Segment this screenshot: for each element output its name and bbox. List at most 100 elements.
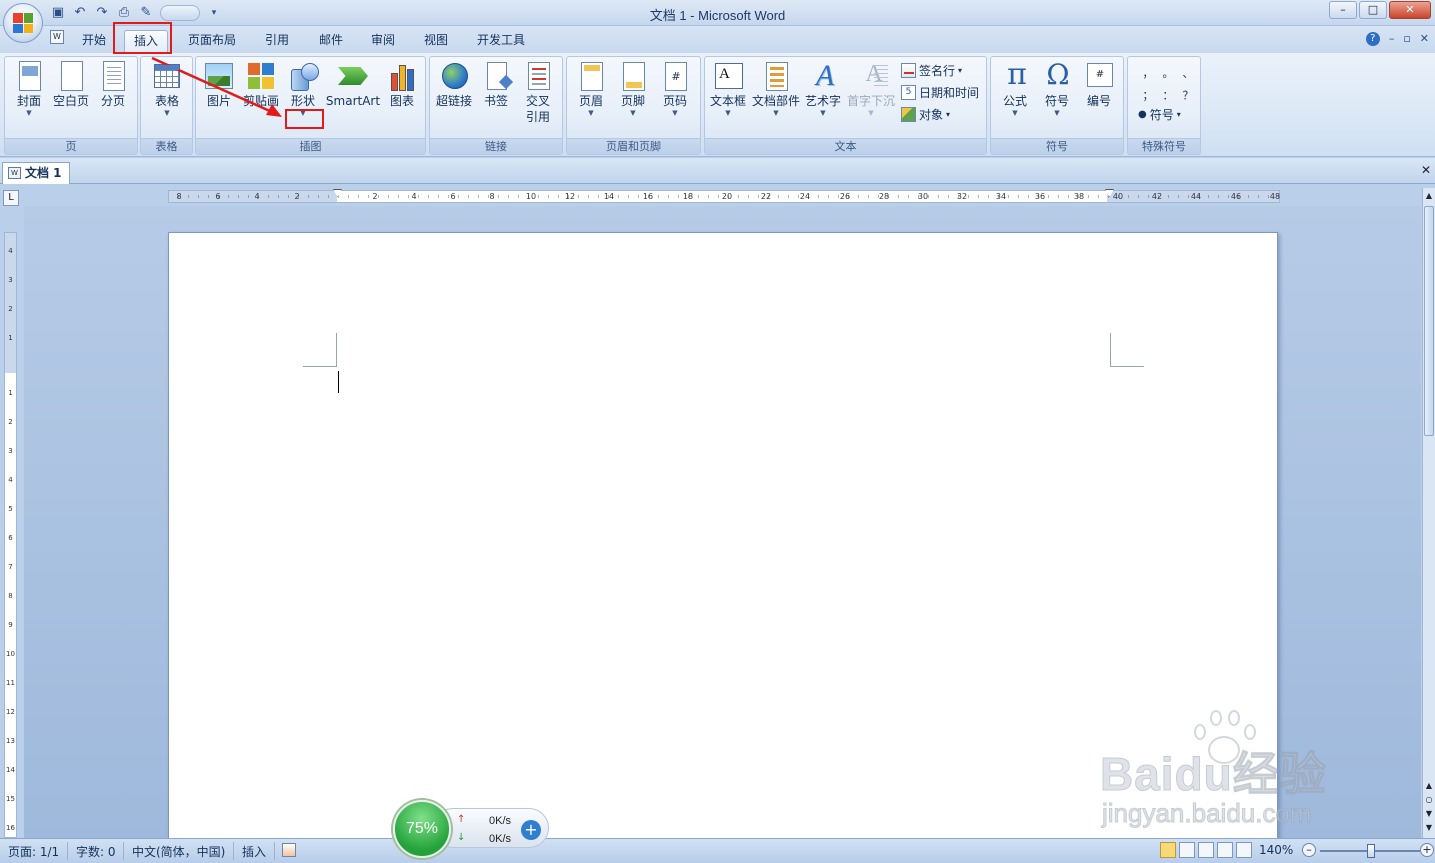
word-count[interactable]: 字数: 0 bbox=[76, 843, 116, 860]
ruler-label: 4 bbox=[411, 192, 417, 201]
close-button[interactable]: ✕ bbox=[1389, 1, 1431, 19]
language-indicator[interactable]: 中文(简体，中国) bbox=[132, 843, 225, 860]
page-break-button[interactable]: 分页 bbox=[92, 61, 134, 135]
cover-page-button[interactable]: 封面 ▼ bbox=[8, 61, 50, 135]
vertical-scrollbar[interactable]: ▲ ▲ ○ ▼ ▼ bbox=[1422, 188, 1435, 838]
macro-recording-icon[interactable] bbox=[282, 843, 296, 857]
wordart-button[interactable]: A 艺术字 ▼ bbox=[801, 61, 845, 135]
zoom-out-icon[interactable]: – bbox=[1302, 843, 1316, 857]
scroll-up-double-icon[interactable]: ▲ bbox=[1423, 780, 1435, 792]
footer-button[interactable]: 页脚 ▼ bbox=[612, 61, 654, 135]
date-time-button[interactable]: 5 日期和时间 bbox=[901, 83, 979, 102]
ruler-label: 24 bbox=[799, 192, 811, 201]
hyperlink-button[interactable]: 超链接 bbox=[433, 61, 475, 135]
network-speed-widget[interactable]: 75% ↑ 0K/s ↓ 0K/s + bbox=[393, 800, 551, 858]
office-button[interactable] bbox=[3, 3, 43, 43]
special-char-semicolon[interactable]: ； bbox=[1138, 87, 1158, 103]
quick-parts-button[interactable]: 文档部件 ▼ bbox=[751, 61, 801, 135]
full-screen-reading-icon[interactable] bbox=[1179, 842, 1195, 858]
word-doc-icon: W bbox=[8, 167, 21, 179]
zoom-level[interactable]: 140% bbox=[1259, 843, 1293, 857]
group-pages: 封面 ▼ 空白页 分页 页 bbox=[4, 56, 138, 155]
scroll-down-double-icon[interactable]: ▼ bbox=[1423, 808, 1435, 820]
shapes-icon bbox=[288, 61, 319, 93]
drop-cap-button[interactable]: A 首字下沉 ▼ bbox=[845, 61, 897, 135]
ribbon-restore-icon[interactable]: ▫ bbox=[1403, 32, 1410, 46]
crop-mark-top-left-v bbox=[336, 333, 337, 367]
clipart-button[interactable]: 剪贴画 bbox=[240, 61, 282, 135]
page-count[interactable]: 页面: 1/1 bbox=[8, 843, 59, 860]
vruler-label: 8 bbox=[8, 592, 13, 600]
scroll-down-icon[interactable]: ▼ bbox=[1423, 822, 1435, 834]
ruler-label: 30 bbox=[917, 192, 929, 201]
vruler-label: 2 bbox=[8, 418, 13, 426]
web-layout-icon[interactable] bbox=[1198, 842, 1214, 858]
draft-icon[interactable] bbox=[1236, 842, 1252, 858]
plus-icon[interactable]: + bbox=[521, 820, 541, 840]
ribbon-tabs: W 开始 插入 页面布局 引用 邮件 审阅 视图 开发工具 ? – ▫ ✕ bbox=[0, 26, 1435, 53]
smartart-button[interactable]: SmartArt bbox=[324, 61, 382, 135]
special-char-question[interactable]: ？ bbox=[1178, 87, 1198, 103]
print-layout-icon[interactable] bbox=[1160, 842, 1176, 858]
memory-usage-indicator[interactable]: 75% bbox=[393, 800, 451, 858]
tab-review[interactable]: 审阅 bbox=[364, 30, 402, 52]
document-tab[interactable]: W 文档 1 bbox=[2, 162, 70, 184]
signature-line-button[interactable]: 签名行 ▾ bbox=[901, 61, 962, 80]
vruler-label: 6 bbox=[8, 534, 13, 542]
scrollbar-thumb[interactable] bbox=[1424, 206, 1434, 436]
select-browse-icon[interactable]: ○ bbox=[1423, 794, 1435, 806]
vruler-label: 16 bbox=[6, 824, 15, 832]
ribbon-close-icon[interactable]: ✕ bbox=[1420, 32, 1429, 46]
cross-reference-button[interactable]: 交叉 引用 bbox=[517, 61, 559, 135]
ruler-label: 2 bbox=[294, 192, 300, 201]
special-char-colon[interactable]: ： bbox=[1158, 87, 1178, 103]
symbol-button[interactable]: Ω 符号 ▼ bbox=[1036, 59, 1078, 135]
equation-button[interactable]: π 公式 ▼ bbox=[994, 59, 1036, 135]
tab-page-layout[interactable]: 页面布局 bbox=[182, 30, 242, 52]
special-char-comma[interactable]: ， bbox=[1138, 65, 1158, 81]
chevron-down-icon: ▼ bbox=[725, 109, 731, 117]
tab-developer[interactable]: 开发工具 bbox=[471, 30, 531, 52]
page-number-button[interactable]: # 页码 ▼ bbox=[654, 61, 696, 135]
minimize-button[interactable]: – bbox=[1329, 1, 1357, 19]
ruler-label: 34 bbox=[995, 192, 1007, 201]
header-button[interactable]: 页眉 ▼ bbox=[570, 61, 612, 135]
zoom-slider-thumb[interactable] bbox=[1367, 844, 1375, 858]
special-char-enum-comma[interactable]: 、 bbox=[1178, 65, 1198, 81]
smartart-icon bbox=[332, 61, 374, 93]
tab-mailings[interactable]: 邮件 bbox=[312, 30, 350, 52]
group-illustrations: 图片 剪贴画 形状 ▼ SmartArt 图表 插图 bbox=[195, 56, 426, 155]
horizontal-ruler[interactable]: 8 6 4 2 2 4 6 8 10 12 14 16 18 20 22 24 26 28 30 32 34 36 38 40… bbox=[168, 189, 1280, 203]
object-button[interactable]: 对象 ▾ bbox=[901, 105, 950, 124]
tab-selector[interactable]: L bbox=[3, 190, 19, 206]
bookmark-button[interactable]: 书签 bbox=[475, 61, 517, 135]
chevron-down-icon: ▼ bbox=[164, 109, 170, 117]
vruler-label: 13 bbox=[6, 737, 15, 745]
scroll-up-icon[interactable]: ▲ bbox=[1423, 190, 1435, 202]
ruler-label: 20 bbox=[721, 192, 733, 201]
zoom-in-icon[interactable]: + bbox=[1420, 843, 1434, 857]
special-symbol-button[interactable]: ● 符号 ▾ bbox=[1138, 105, 1181, 124]
help-icon[interactable]: ? bbox=[1365, 32, 1380, 46]
blank-page-button[interactable]: 空白页 bbox=[50, 61, 92, 135]
chevron-down-icon: ▼ bbox=[26, 109, 32, 117]
ribbon-minimize-icon[interactable]: – bbox=[1389, 32, 1395, 46]
table-button[interactable]: 表格 ▼ bbox=[146, 61, 188, 135]
annotation-box-insert-tab bbox=[113, 22, 172, 54]
vertical-ruler[interactable]: 4 3 2 1 1 2 3 4 5 6 7 8 9 10 11 12 13 14 15 16 bbox=[4, 232, 17, 838]
maximize-button[interactable]: □ bbox=[1359, 1, 1387, 19]
tab-view[interactable]: 视图 bbox=[417, 30, 455, 52]
page-number-icon: # bbox=[660, 61, 690, 93]
textbox-button[interactable]: A 文本框 ▼ bbox=[707, 61, 749, 135]
picture-button[interactable]: 图片 bbox=[198, 61, 240, 135]
tab-home[interactable]: 开始 bbox=[76, 30, 112, 52]
outline-icon[interactable] bbox=[1217, 842, 1233, 858]
chart-button[interactable]: 图表 bbox=[381, 61, 423, 135]
close-document-icon[interactable]: ✕ bbox=[1421, 163, 1431, 177]
tab-references[interactable]: 引用 bbox=[258, 30, 296, 52]
special-char-period[interactable]: 。 bbox=[1158, 65, 1178, 81]
page-break-icon bbox=[98, 61, 128, 93]
insert-mode[interactable]: 插入 bbox=[242, 843, 266, 860]
bookmark-icon bbox=[481, 61, 511, 93]
numbering-button[interactable]: # 编号 bbox=[1078, 61, 1120, 135]
